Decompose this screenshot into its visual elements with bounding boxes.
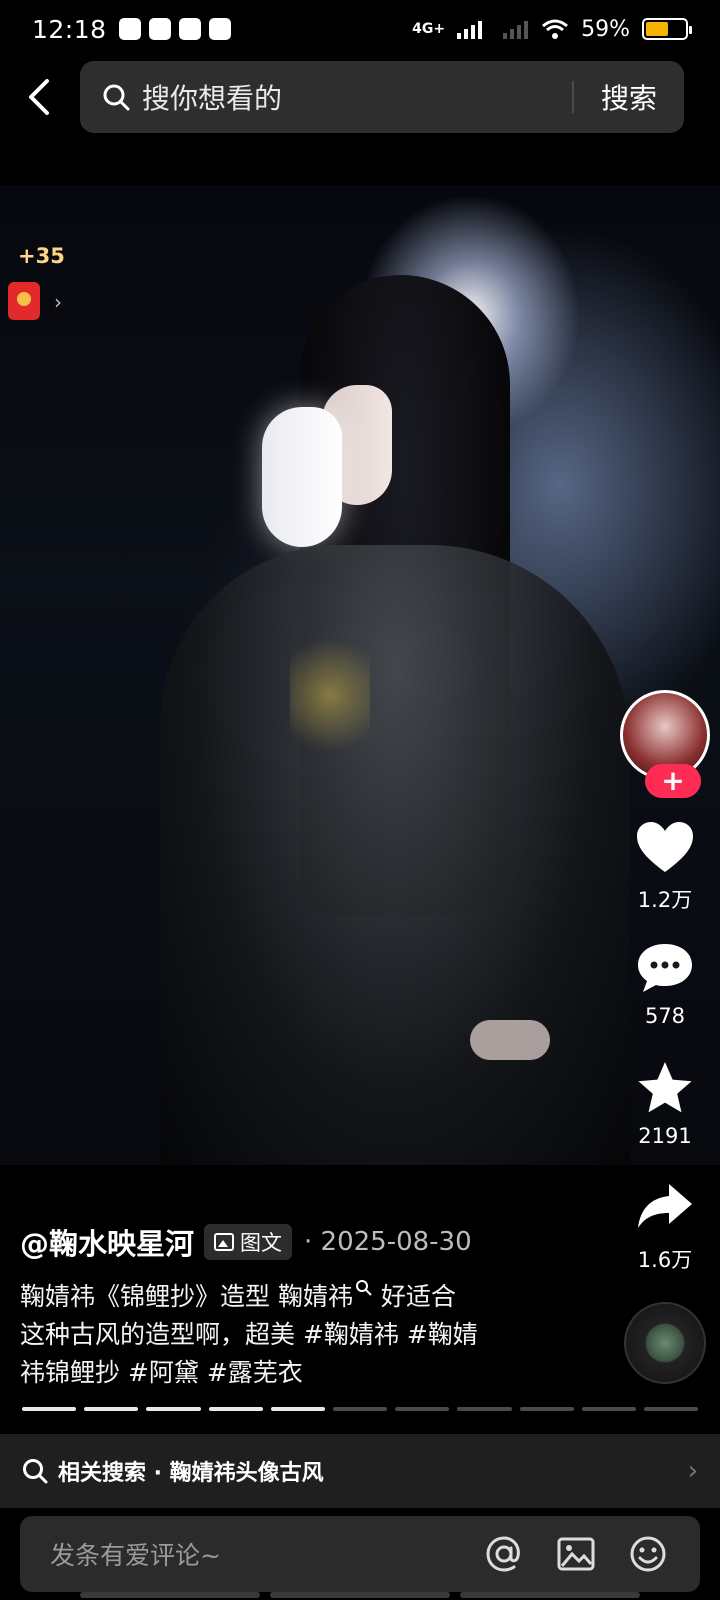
home-indicator <box>80 1592 640 1598</box>
battery-fill <box>646 22 669 36</box>
progress-segment <box>519 1407 574 1411</box>
back-button[interactable] <box>0 58 80 136</box>
star-icon <box>638 1062 692 1113</box>
chevron-right-icon: › <box>687 1456 698 1486</box>
figure-mask <box>262 407 342 547</box>
description-line-2: 这种古风的造型啊，超美 #鞠婧祎 #鞠婧 <box>20 1320 478 1349</box>
status-bar: 12:18 4G+ 59% <box>0 0 720 58</box>
wifi-icon <box>542 19 569 39</box>
related-search-label: 相关搜索 · 鞠婧祎头像古风 <box>58 1461 324 1486</box>
comment-button[interactable]: 578 <box>610 940 720 1028</box>
progress-segment <box>395 1407 450 1411</box>
comment-icon <box>638 944 692 992</box>
status-time: 12:18 <box>32 14 107 44</box>
follow-button[interactable]: + <box>645 764 701 798</box>
search-icon <box>23 1459 48 1484</box>
share-button[interactable]: 1.6万 <box>610 1180 720 1274</box>
progress-segment <box>643 1407 699 1411</box>
post-type-badge: 图文 <box>204 1224 293 1260</box>
related-search[interactable]: 相关搜索 · 鞠婧祎头像古风 › <box>0 1434 720 1508</box>
chevron-left-icon <box>29 79 49 115</box>
progress-segment <box>208 1407 263 1411</box>
post-date: · 2025-08-30 <box>304 1227 472 1257</box>
signal-icon <box>457 21 483 39</box>
mention-button[interactable] <box>482 1532 526 1576</box>
music-disc[interactable] <box>624 1302 706 1384</box>
author-row: @鞠水映星河 图文 · 2025-08-30 <box>20 1220 610 1264</box>
progress-segment <box>146 1407 201 1411</box>
vivo-notification-icon <box>208 18 231 40</box>
search-button[interactable]: 搜索 <box>574 77 684 117</box>
favorite-button[interactable]: 2191 <box>610 1060 720 1148</box>
battery-icon <box>642 18 692 40</box>
progress-segment <box>457 1407 512 1411</box>
reward-count: +35 <box>18 244 65 268</box>
description-line-1-text: 鞠婧祎《锦鲤抄》造型 鞠婧祎 <box>20 1282 353 1311</box>
figure-embroidery <box>290 625 370 765</box>
description-line-3: 祎锦鲤抄 #阿黛 #露芜衣 <box>20 1358 303 1387</box>
status-right: 4G+ 59% <box>412 16 692 42</box>
search-icon <box>103 84 130 111</box>
share-count: 1.6万 <box>637 1248 693 1272</box>
emoji-icon <box>630 1536 666 1572</box>
home-indicator-segment <box>80 1592 260 1598</box>
progress-segment <box>270 1407 325 1411</box>
chevron-right-icon: › <box>54 290 62 314</box>
progress-segment <box>22 1407 77 1411</box>
post-type-label: 图文 <box>240 1231 283 1255</box>
emoji-button[interactable] <box>626 1532 670 1576</box>
author-name[interactable]: @鞠水映星河 <box>20 1221 194 1263</box>
progress-segment <box>332 1407 388 1411</box>
play-notification-icon <box>148 18 171 40</box>
search-header: 搜你想看的 搜索 <box>0 58 720 136</box>
search-input[interactable]: 搜你想看的 搜索 <box>80 61 684 133</box>
figure-dress <box>160 545 630 1165</box>
post-caption: @鞠水映星河 图文 · 2025-08-30 鞠婧祎《锦鲤抄》造型 鞠婧祎 好适… <box>20 1220 610 1392</box>
progress-segment <box>84 1407 139 1411</box>
app-notification-icon <box>118 18 141 40</box>
image-progress <box>22 1407 699 1411</box>
signal-2-icon <box>503 21 529 39</box>
description-line-1b-text: 好适合 <box>372 1282 456 1311</box>
favorite-count: 2191 <box>638 1124 692 1148</box>
network-indicator: 4G+ <box>412 21 446 37</box>
search-placeholder: 搜你想看的 <box>142 82 283 115</box>
comment-input[interactable]: 发条有爱评论~ <box>50 1536 454 1572</box>
image-button[interactable] <box>554 1532 598 1576</box>
comment-bar[interactable]: 发条有爱评论~ <box>20 1516 700 1592</box>
figure-hand <box>470 1020 550 1060</box>
home-indicator-segment <box>460 1592 640 1598</box>
image-icon <box>557 1537 595 1571</box>
heart-icon <box>637 822 693 872</box>
like-count: 1.2万 <box>637 888 693 912</box>
description-line-1: 鞠婧祎《锦鲤抄》造型 鞠婧祎 好适合 <box>20 1278 610 1316</box>
notification-icons <box>118 18 231 40</box>
post-description: 鞠婧祎《锦鲤抄》造型 鞠婧祎 好适合 这种古风的造型啊，超美 #鞠婧祎 #鞠婧 … <box>20 1278 610 1392</box>
at-icon <box>486 1536 520 1572</box>
search-small-icon[interactable] <box>355 1279 373 1297</box>
book-notification-icon <box>178 18 201 40</box>
battery-percent: 59% <box>581 16 630 42</box>
like-button[interactable]: 1.2万 <box>610 820 720 914</box>
red-packet-icon <box>8 282 40 320</box>
reward-widget[interactable]: +35 › <box>0 240 74 336</box>
share-arrow-icon <box>638 1184 692 1228</box>
home-indicator-segment <box>270 1592 450 1598</box>
progress-segment <box>581 1407 636 1411</box>
image-icon <box>214 1233 235 1251</box>
comment-count: 578 <box>644 1004 686 1028</box>
